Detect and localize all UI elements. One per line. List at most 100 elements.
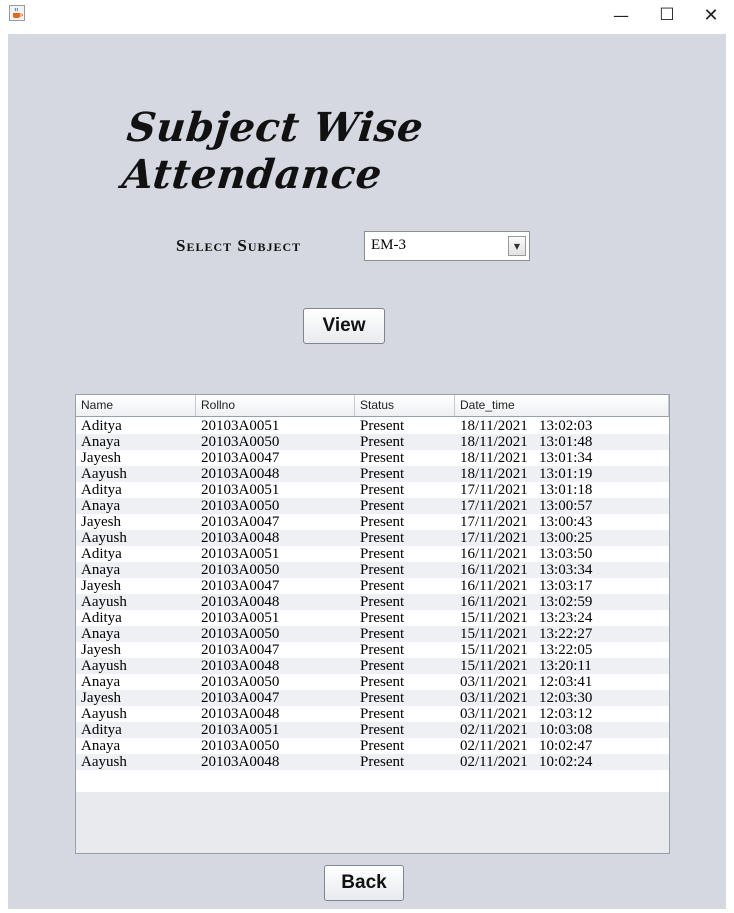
cell-date-time: 15/11/2021 13:22:27	[460, 626, 593, 642]
column-header-status[interactable]: Status	[355, 395, 455, 416]
cell-rollno: 20103A0047	[201, 578, 280, 594]
cell-status: Present	[360, 658, 405, 674]
cell-status: Present	[360, 690, 405, 706]
table-row[interactable]: Aditya 20103A0051 Present 18/11/2021 13:02:…	[76, 418, 669, 434]
cell-status: Present	[360, 546, 405, 562]
cell-status: Present	[360, 674, 405, 690]
maximize-button[interactable]: ☐	[644, 0, 690, 30]
column-header-rollno[interactable]: Rollno	[196, 395, 355, 416]
chevron-down-icon[interactable]: ▼	[508, 236, 526, 256]
cell-status: Present	[360, 434, 405, 450]
cell-date-time: 18/11/2021 13:01:19	[460, 466, 593, 482]
table-row[interactable]: Anaya 20103A0050 Present 16/11/2021 13:03:3…	[76, 562, 669, 578]
cell-name: Anaya	[81, 434, 121, 450]
cell-name: Aditya	[81, 482, 122, 498]
cell-name: Aditya	[81, 546, 122, 562]
cell-status: Present	[360, 610, 405, 626]
cell-name: Aayush	[81, 754, 127, 770]
cell-rollno: 20103A0048	[201, 658, 280, 674]
table-row[interactable]: Aditya 20103A0051 Present 15/11/2021 13:23:…	[76, 610, 669, 626]
cell-rollno: 20103A0048	[201, 754, 280, 770]
back-button[interactable]: Back	[324, 865, 404, 901]
table-row[interactable]: Anaya 20103A0050 Present 18/11/2021 13:01:4…	[76, 434, 669, 450]
cell-name: Jayesh	[81, 642, 121, 658]
cell-date-time: 15/11/2021 13:22:05	[460, 642, 593, 658]
cell-status: Present	[360, 722, 405, 738]
view-button[interactable]: View	[303, 308, 385, 344]
table-row[interactable]: Anaya 20103A0050 Present 03/11/2021 12:03:4…	[76, 674, 669, 690]
table-row[interactable]: Jayesh 20103A0047 Present 18/11/2021 13:01:…	[76, 450, 669, 466]
cell-date-time: 18/11/2021 13:02:03	[460, 418, 593, 434]
cell-name: Aayush	[81, 658, 127, 674]
cell-rollno: 20103A0051	[201, 546, 280, 562]
cell-rollno: 20103A0051	[201, 610, 280, 626]
cell-date-time: 02/11/2021 10:02:24	[460, 754, 593, 770]
cell-date-time: 03/11/2021 12:03:12	[460, 706, 593, 722]
cell-rollno: 20103A0051	[201, 722, 280, 738]
cell-date-time: 18/11/2021 13:01:34	[460, 450, 593, 466]
page-title: Subject Wise Attendance	[119, 104, 426, 198]
table-row[interactable]: Jayesh 20103A0047 Present 03/11/2021 12:03:…	[76, 690, 669, 706]
cell-rollno: 20103A0050	[201, 626, 280, 642]
table-row[interactable]: Anaya 20103A0050 Present 02/11/2021 10:02:4…	[76, 738, 669, 754]
table-row[interactable]: Aditya 20103A0051 Present 16/11/2021 13:03:…	[76, 546, 669, 562]
cell-name: Aditya	[81, 722, 122, 738]
cell-name: Anaya	[81, 498, 121, 514]
cell-rollno: 20103A0048	[201, 530, 280, 546]
table-row[interactable]: Aayush 20103A0048 Present 16/11/2021 13:02:…	[76, 594, 669, 610]
cell-date-time: 16/11/2021 13:02:59	[460, 594, 593, 610]
cell-date-time: 16/11/2021 13:03:34	[460, 562, 593, 578]
table-row[interactable]: Aayush 20103A0048 Present 15/11/2021 13:20:…	[76, 658, 669, 674]
cell-date-time: 17/11/2021 13:00:57	[460, 498, 593, 514]
cell-name: Anaya	[81, 626, 121, 642]
java-cup-icon[interactable]	[9, 5, 25, 21]
cell-rollno: 20103A0051	[201, 482, 280, 498]
table-row[interactable]: Jayesh 20103A0047 Present 15/11/2021 13:22:…	[76, 642, 669, 658]
table-row[interactable]: Jayesh 20103A0047 Present 17/11/2021 13:00:…	[76, 514, 669, 530]
cell-name: Aayush	[81, 466, 127, 482]
cell-name: Aditya	[81, 610, 122, 626]
cell-date-time: 02/11/2021 10:03:08	[460, 722, 593, 738]
cell-status: Present	[360, 578, 405, 594]
cell-rollno: 20103A0047	[201, 690, 280, 706]
minimize-button[interactable]: —	[598, 0, 644, 30]
cell-date-time: 17/11/2021 13:01:18	[460, 482, 593, 498]
cell-rollno: 20103A0048	[201, 594, 280, 610]
cell-name: Anaya	[81, 738, 121, 754]
cell-date-time: 02/11/2021 10:02:47	[460, 738, 593, 754]
table-empty-area	[76, 792, 669, 853]
table-row[interactable]: Anaya 20103A0050 Present 15/11/2021 13:22:2…	[76, 626, 669, 642]
table-row[interactable]: Aayush 20103A0048 Present 03/11/2021 12:03:…	[76, 706, 669, 722]
table-row[interactable]: Aayush 20103A0048 Present 17/11/2021 13:00:…	[76, 530, 669, 546]
cell-name: Aayush	[81, 530, 127, 546]
cell-date-time: 15/11/2021 13:20:11	[460, 658, 592, 674]
cell-date-time: 17/11/2021 13:00:25	[460, 530, 593, 546]
table-row[interactable]: Aayush 20103A0048 Present 02/11/2021 10:02:…	[76, 754, 669, 770]
cell-status: Present	[360, 498, 405, 514]
table-row[interactable]: Jayesh 20103A0047 Present 16/11/2021 13:03:…	[76, 578, 669, 594]
cell-rollno: 20103A0047	[201, 514, 280, 530]
cell-rollno: 20103A0048	[201, 706, 280, 722]
cell-name: Aayush	[81, 706, 127, 722]
table-row[interactable]: Aditya 20103A0051 Present 02/11/2021 10:03:…	[76, 722, 669, 738]
table-row[interactable]: Aayush 20103A0048 Present 18/11/2021 13:01:…	[76, 466, 669, 482]
cell-name: Aayush	[81, 594, 127, 610]
column-header-name[interactable]: Name	[76, 395, 196, 416]
cell-status: Present	[360, 594, 405, 610]
cell-date-time: 03/11/2021 12:03:41	[460, 674, 593, 690]
table-body: Aditya 20103A0051 Present 18/11/2021 13:02:…	[76, 418, 669, 770]
close-button[interactable]: ✕	[688, 0, 734, 30]
cell-status: Present	[360, 514, 405, 530]
window-titlebar: — ☐ ✕	[0, 0, 734, 34]
table-row[interactable]: Aditya 20103A0051 Present 17/11/2021 13:01:…	[76, 482, 669, 498]
table-row[interactable]: Anaya 20103A0050 Present 17/11/2021 13:00:5…	[76, 498, 669, 514]
cell-name: Anaya	[81, 674, 121, 690]
cell-name: Jayesh	[81, 514, 121, 530]
cell-status: Present	[360, 562, 405, 578]
cell-date-time: 03/11/2021 12:03:30	[460, 690, 593, 706]
subject-select[interactable]: EM-3 ▼	[364, 231, 530, 261]
column-header-date-time[interactable]: Date_time	[455, 395, 669, 416]
cell-date-time: 15/11/2021 13:23:24	[460, 610, 593, 626]
attendance-table[interactable]: Name Rollno Status Date_time Aditya 20103…	[75, 394, 670, 854]
cell-rollno: 20103A0047	[201, 642, 280, 658]
